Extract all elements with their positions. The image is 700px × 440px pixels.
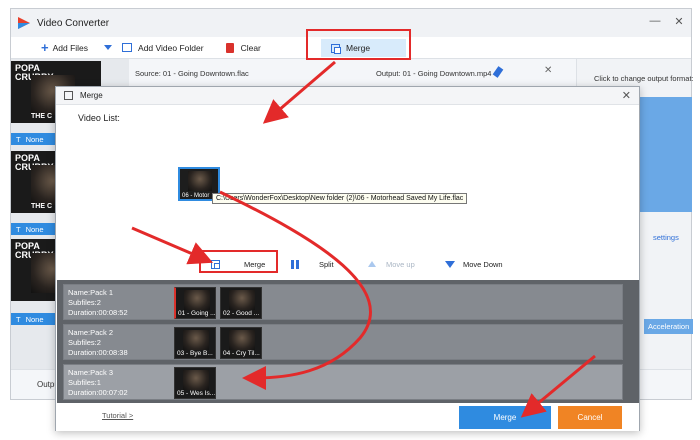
merge-icon — [64, 91, 73, 100]
none-label: None — [25, 224, 44, 234]
cancel-button[interactable]: Cancel — [558, 406, 622, 429]
folder-icon — [122, 43, 133, 52]
dialog-actions: Merge Split Move up Move Down — [56, 255, 639, 273]
merge-button[interactable]: Merge — [459, 406, 551, 429]
pack-duration: Duration:00:08:38 — [68, 348, 128, 357]
dialog-title: Merge — [80, 91, 103, 100]
app-title: Video Converter — [37, 17, 110, 29]
arrow-up-icon — [368, 261, 376, 267]
tutorial-link[interactable]: Tutorial > — [102, 411, 133, 420]
drag-caption: 06 - Motor — [182, 193, 210, 199]
close-icon[interactable]: ✕ — [622, 89, 631, 102]
minimize-button[interactable]: — — [647, 15, 663, 27]
pack-subfiles: Subfiles:1 — [68, 378, 101, 387]
pack-name: Name:Pack 2 — [68, 328, 114, 337]
edit-icon[interactable] — [492, 66, 504, 78]
annotation-highlight-toolbar-merge — [306, 29, 411, 60]
clear-button[interactable]: Clear — [225, 37, 261, 59]
merge-dialog: Merge ✕ Video List: 06 - Motor C:\Users\… — [55, 86, 640, 431]
text-icon: T — [16, 134, 21, 144]
chevron-down-icon[interactable] — [104, 45, 113, 50]
clear-label: Clear — [240, 42, 261, 53]
output-filename: Output: 01 - Going Downtown.mp4 — [376, 69, 492, 78]
add-files-button[interactable]: + Add Files — [41, 37, 88, 59]
move-up-button[interactable]: Move up — [368, 255, 415, 273]
dialog-title-bar: Merge ✕ — [56, 87, 639, 105]
video-list-label: Video List: — [78, 113, 120, 123]
album-art — [183, 370, 209, 390]
remove-file-icon[interactable]: ✕ — [544, 65, 552, 76]
format-label: Click to change output format: — [594, 74, 694, 83]
screenshot-root: Video Converter — ✕ + Add Files Add Vide… — [0, 0, 700, 440]
annotation-highlight-action-merge — [199, 250, 278, 273]
pack-info: Name:Pack 1 Subfiles:2 Duration:00:08:52 — [68, 288, 128, 318]
clip-caption: 04 - Cry Til... — [223, 350, 260, 357]
pack-duration: Duration:00:08:52 — [68, 308, 128, 317]
add-files-label: Add Files — [52, 42, 89, 53]
album-art — [183, 330, 209, 350]
album-art — [188, 171, 212, 191]
thumb-subtitle: THE C — [31, 203, 52, 210]
move-up-label: Move up — [386, 259, 415, 269]
pack-list: Name:Pack 1 Subfiles:2 Duration:00:08:52… — [57, 280, 639, 403]
clip-caption: 03 - Bye B... — [177, 350, 213, 357]
settings-link[interactable]: settings — [653, 233, 679, 242]
add-video-folder-button[interactable]: Add Video Folder — [122, 37, 204, 59]
text-icon: T — [16, 314, 21, 324]
pack-subfiles: Subfiles:2 — [68, 338, 101, 347]
plus-icon: + — [41, 40, 49, 55]
album-art — [184, 290, 210, 310]
album-art — [229, 290, 255, 310]
split-button[interactable]: Split — [291, 255, 334, 273]
pack-row[interactable]: Name:Pack 2 Subfiles:2 Duration:00:08:38… — [63, 324, 623, 360]
close-button[interactable]: ✕ — [671, 15, 687, 28]
none-label: None — [25, 314, 44, 324]
thumb-subtitle: THE C — [31, 113, 52, 120]
move-down-button[interactable]: Move Down — [445, 255, 503, 273]
clip-caption: 02 - Good ... — [223, 310, 260, 317]
trash-icon — [225, 42, 234, 53]
text-icon: T — [16, 224, 21, 234]
pack-info: Name:Pack 2 Subfiles:2 Duration:00:08:38 — [68, 328, 128, 358]
album-art — [229, 330, 255, 350]
source-filename: Source: 01 - Going Downtown.flac — [135, 69, 249, 78]
split-label: Split — [319, 259, 334, 269]
app-logo-icon — [18, 17, 30, 29]
clip-thumbnail[interactable]: 04 - Cry Til... — [220, 327, 262, 359]
clip-caption: 01 - Going ... — [178, 310, 216, 317]
clip-thumbnail[interactable]: 05 - Wes Is... — [174, 367, 216, 399]
pack-row[interactable]: Name:Pack 1 Subfiles:2 Duration:00:08:52… — [63, 284, 623, 320]
clip-thumbnail[interactable]: 01 - Going ... — [174, 287, 216, 319]
pack-info: Name:Pack 3 Subfiles:1 Duration:00:07:02 — [68, 368, 128, 398]
dialog-footer: Tutorial > Merge Cancel — [56, 403, 639, 431]
move-down-label: Move Down — [463, 259, 503, 269]
pack-subfiles: Subfiles:2 — [68, 298, 101, 307]
split-icon — [291, 259, 299, 269]
pack-row[interactable]: Name:Pack 3 Subfiles:1 Duration:00:07:02… — [63, 364, 623, 400]
arrow-down-icon — [445, 260, 455, 268]
none-label: None — [25, 134, 44, 144]
clip-thumbnail[interactable]: 03 - Bye B... — [174, 327, 216, 359]
pack-name: Name:Pack 1 — [68, 288, 114, 297]
file-path-tooltip: C:\Users\WonderFox\Desktop\New folder (2… — [212, 193, 468, 204]
acceleration-toggle[interactable]: Acceleration — [644, 319, 694, 334]
pack-name: Name:Pack 3 — [68, 368, 114, 377]
clip-caption: 05 - Wes Is... — [177, 390, 216, 397]
pack-duration: Duration:00:07:02 — [68, 388, 128, 397]
add-video-folder-label: Add Video Folder — [138, 42, 204, 53]
clip-thumbnail[interactable]: 02 - Good ... — [220, 287, 262, 319]
